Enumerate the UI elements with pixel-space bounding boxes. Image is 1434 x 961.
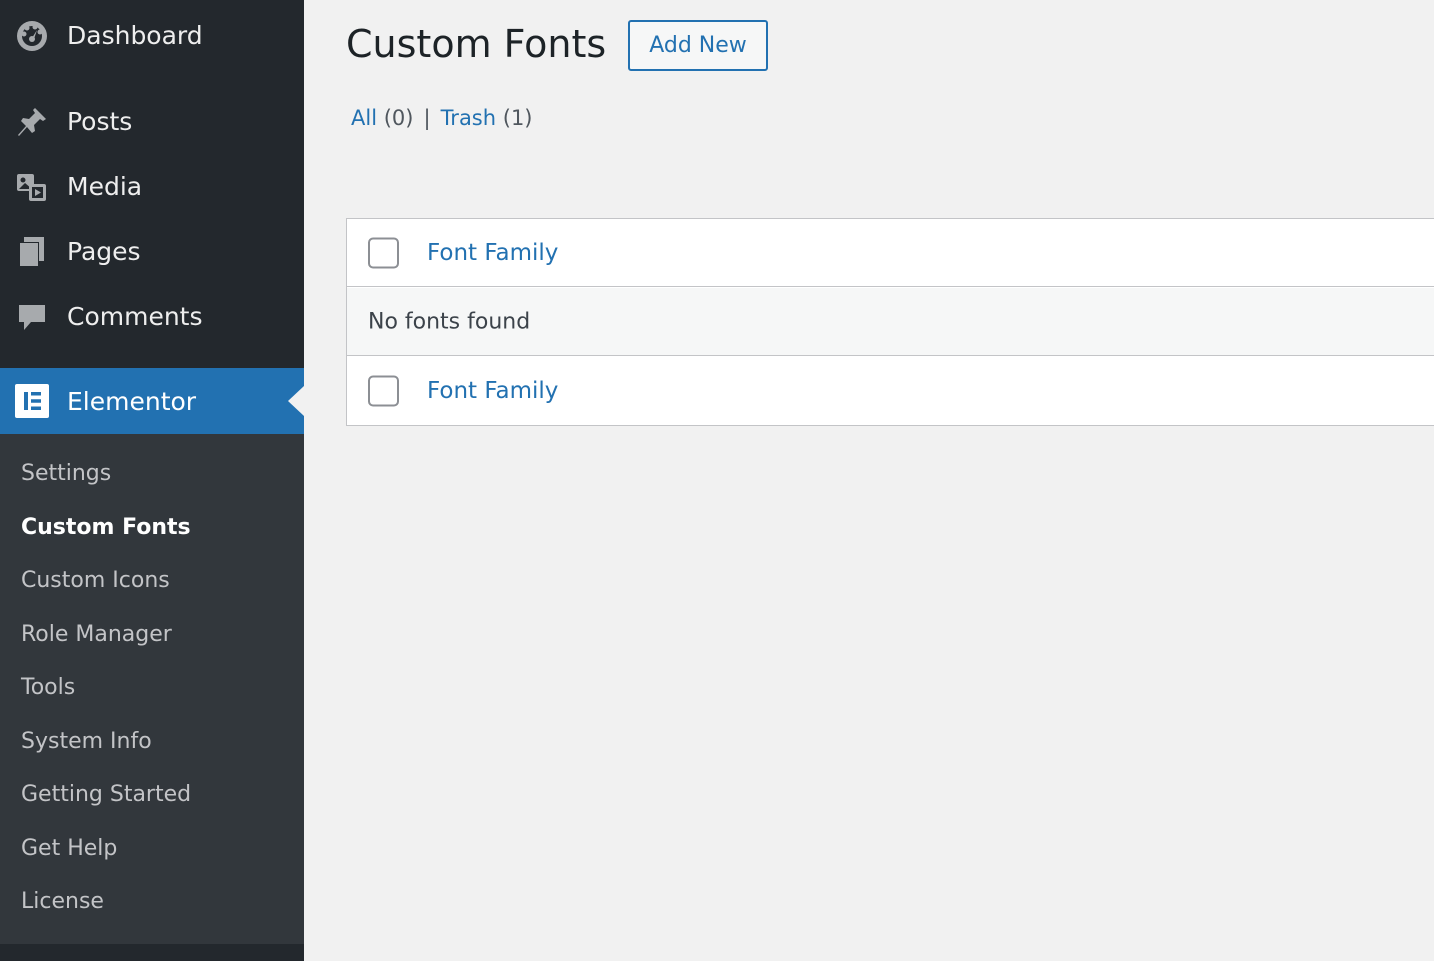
sidebar-item-label: Posts xyxy=(67,107,133,136)
table-footer-row: Font Family xyxy=(347,357,1434,425)
pages-icon xyxy=(15,235,49,269)
elementor-icon xyxy=(15,384,49,418)
media-icon xyxy=(15,170,49,204)
column-footer-font-family[interactable]: Font Family xyxy=(427,378,558,404)
sidebar-item-elementor[interactable]: Elementor xyxy=(0,368,304,434)
filter-all-link[interactable]: All (0) xyxy=(351,106,413,130)
submenu-item-tools[interactable]: Tools xyxy=(21,675,75,700)
column-header-font-family[interactable]: Font Family xyxy=(427,240,558,266)
submenu-item-license[interactable]: License xyxy=(21,889,104,914)
pin-icon xyxy=(15,105,49,139)
sidebar-item-media[interactable]: Media xyxy=(0,154,304,219)
select-all-checkbox[interactable] xyxy=(368,237,399,268)
fonts-table: Font Family No fonts found Font Family xyxy=(346,218,1434,426)
table-header-row: Font Family xyxy=(347,219,1434,287)
sidebar-item-comments[interactable]: Comments xyxy=(0,284,304,349)
sidebar-item-label: Pages xyxy=(67,237,141,266)
sidebar-item-label: Elementor xyxy=(67,386,197,416)
submenu-item-getting-started[interactable]: Getting Started xyxy=(21,782,191,807)
sidebar-item-posts[interactable]: Posts xyxy=(0,89,304,154)
submenu-item-settings[interactable]: Settings xyxy=(21,461,111,486)
submenu-item-custom-icons[interactable]: Custom Icons xyxy=(21,568,170,593)
no-items-message: No fonts found xyxy=(368,309,531,334)
add-new-button[interactable]: Add New xyxy=(628,20,768,71)
sidebar-item-pages[interactable]: Pages xyxy=(0,219,304,284)
page-title: Custom Fonts xyxy=(346,22,607,66)
sidebar-bottom xyxy=(0,944,304,961)
comment-icon xyxy=(15,300,49,334)
filter-trash-label: Trash xyxy=(440,106,497,130)
dashboard-icon xyxy=(15,19,49,53)
filter-separator: | xyxy=(423,106,431,130)
sidebar-item-label: Media xyxy=(67,172,143,201)
table-empty-row: No fonts found xyxy=(347,288,1434,356)
filter-all-label: All xyxy=(351,106,378,130)
select-all-checkbox-footer[interactable] xyxy=(368,375,399,407)
elementor-submenu: Settings Custom Fonts Custom Icons Role … xyxy=(0,434,304,944)
submenu-item-custom-fonts[interactable]: Custom Fonts xyxy=(21,515,191,540)
submenu-item-get-help[interactable]: Get Help xyxy=(21,836,117,861)
sidebar-item-label: Dashboard xyxy=(67,21,203,50)
submenu-item-system-info[interactable]: System Info xyxy=(21,729,152,754)
submenu-item-role-manager[interactable]: Role Manager xyxy=(21,622,172,647)
status-filters: All (0) | Trash (1) xyxy=(351,106,533,130)
sidebar-item-dashboard[interactable]: Dashboard xyxy=(0,3,304,68)
filter-trash-count: (1) xyxy=(502,106,533,130)
filter-all-count: (0) xyxy=(383,106,414,130)
filter-trash-link[interactable]: Trash (1) xyxy=(441,106,533,130)
sidebar-item-label: Comments xyxy=(67,302,203,331)
admin-sidebar: Dashboard Posts Media Pages Comments Ele… xyxy=(0,0,304,961)
